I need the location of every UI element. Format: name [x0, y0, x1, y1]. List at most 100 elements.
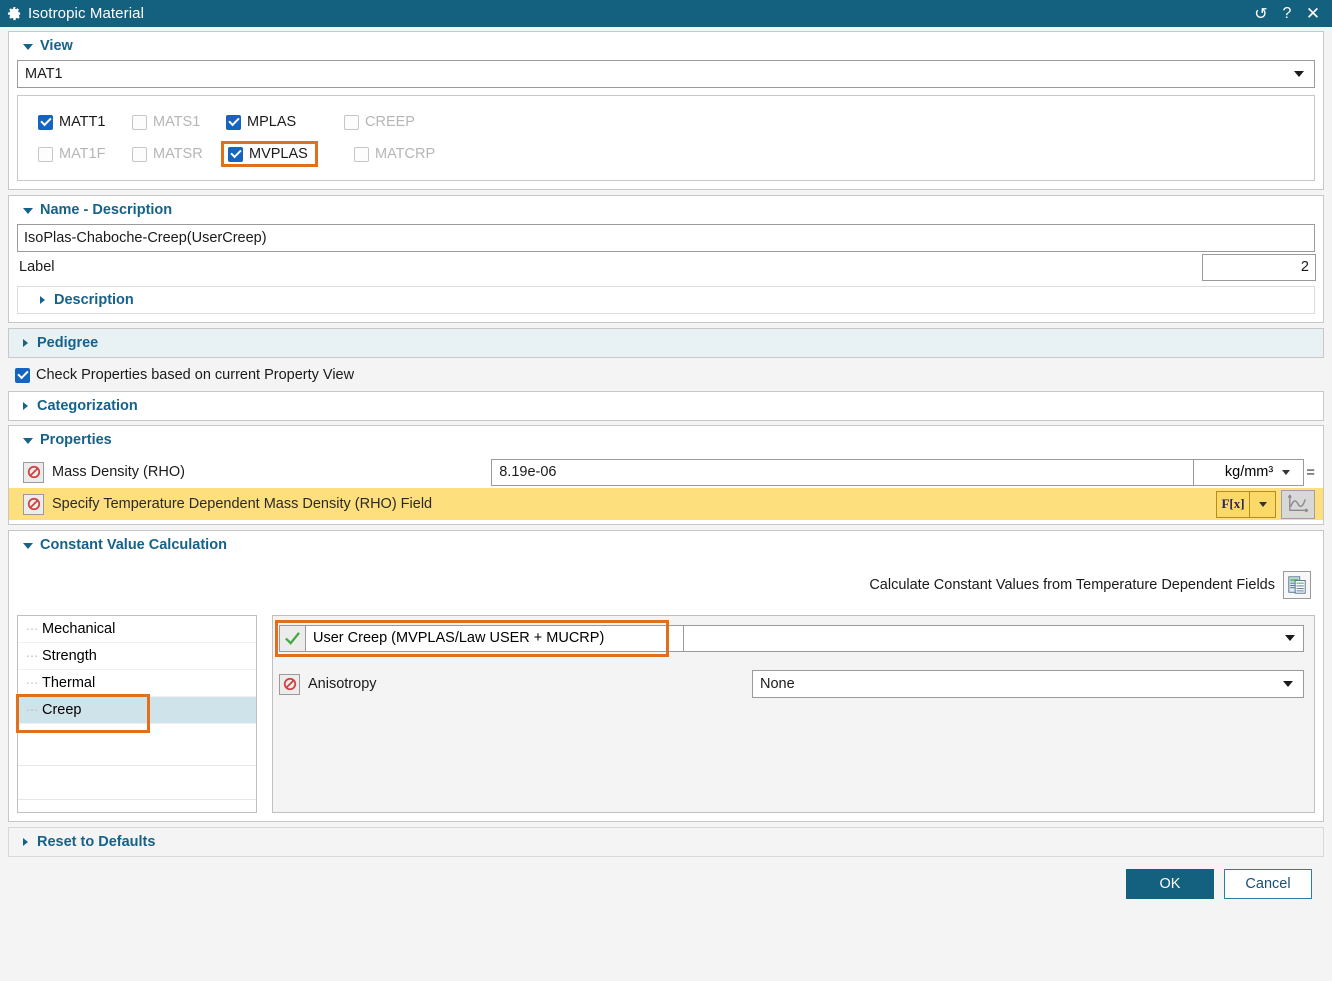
- flag-creep[interactable]: CREEP: [344, 114, 438, 130]
- view-select[interactable]: MAT1: [17, 60, 1315, 88]
- flag-mats1-checkbox[interactable]: [132, 114, 147, 130]
- tree-item-creep[interactable]: ⋯ Creep: [16, 694, 256, 733]
- flag-mvplas-checkbox[interactable]: [228, 146, 243, 162]
- tree-item-creep-label: Creep: [42, 702, 82, 718]
- flag-matt1[interactable]: MATT1: [38, 114, 132, 130]
- tree-item-strength-label: Strength: [42, 648, 97, 664]
- mass-density-unit[interactable]: kg/mm³: [1194, 458, 1305, 486]
- view-section-header[interactable]: View: [9, 32, 1323, 60]
- calculate-constant-values-row: Calculate Constant Values from Temperatu…: [17, 565, 1315, 605]
- mass-density-label: Mass Density (RHO): [52, 464, 185, 480]
- chevron-right-icon: [40, 296, 45, 304]
- chevron-down-icon[interactable]: [1282, 469, 1291, 475]
- flag-mplas[interactable]: MPLAS: [226, 114, 344, 130]
- chevron-down-icon: [1294, 71, 1304, 77]
- calculate-constant-values-label: Calculate Constant Values from Temperatu…: [869, 577, 1275, 593]
- flag-creep-checkbox[interactable]: [344, 114, 359, 130]
- name-description-panel: Name - Description IsoPlas-Chaboche-Cree…: [8, 195, 1324, 323]
- tree-connector-icon: ⋯: [26, 703, 39, 717]
- gear-icon: [7, 6, 22, 21]
- reset-to-defaults-header[interactable]: Reset to Defaults: [9, 828, 1323, 856]
- category-tree: ⋯ Mechanical ⋯ Strength ⋯ Thermal ⋯ Cree…: [16, 615, 257, 813]
- flag-mvplas-highlight-box: MVPLAS: [221, 141, 318, 167]
- creep-detail-panel: User Creep (MVPLAS/Law USER + MUCRP) Ani…: [272, 615, 1315, 813]
- reset-icon[interactable]: ↺: [1248, 2, 1274, 25]
- dialog-footer: OK Cancel: [8, 861, 1324, 899]
- flag-matsr[interactable]: MATSR: [132, 146, 226, 162]
- material-flags-row-2: MAT1F MATSR MVPLAS MATCRP: [38, 138, 1302, 170]
- blocked-icon[interactable]: [23, 461, 44, 483]
- user-creep-dropdown[interactable]: [684, 624, 1304, 652]
- flag-matsr-checkbox[interactable]: [132, 146, 147, 162]
- pedigree-title: Pedigree: [37, 335, 99, 351]
- green-check-icon[interactable]: [279, 624, 306, 652]
- property-row-temp-dependent-field: Specify Temperature Dependent Mass Densi…: [9, 488, 1323, 520]
- table-report-icon[interactable]: [1283, 571, 1311, 599]
- view-select-value: MAT1: [25, 66, 63, 82]
- tree-empty-row-1: [18, 724, 256, 766]
- blocked-icon[interactable]: [279, 673, 300, 695]
- tree-item-mechanical-label: Mechanical: [42, 621, 116, 637]
- description-header[interactable]: Description: [18, 287, 1314, 313]
- flag-mats1-label: MATS1: [153, 114, 201, 130]
- chevron-down-icon: [1258, 501, 1267, 507]
- chevron-down-icon: [23, 44, 33, 50]
- flag-mat1f-checkbox[interactable]: [38, 146, 53, 162]
- tree-empty-row-3: [18, 800, 256, 830]
- function-editor-button[interactable]: F[x]: [1216, 490, 1250, 518]
- tree-connector-icon: ⋯: [26, 622, 39, 636]
- flag-mvplas[interactable]: MVPLAS: [221, 141, 344, 167]
- flag-mplas-checkbox[interactable]: [226, 114, 241, 130]
- anisotropy-label: Anisotropy: [308, 676, 377, 692]
- flag-matt1-checkbox[interactable]: [38, 114, 53, 130]
- tree-connector-icon: ⋯: [26, 676, 39, 690]
- material-name-input[interactable]: IsoPlas-Chaboche-Creep(UserCreep): [17, 224, 1315, 252]
- flag-matcrp-checkbox[interactable]: [354, 146, 369, 162]
- ok-button[interactable]: OK: [1126, 869, 1214, 899]
- constant-value-calculation-header[interactable]: Constant Value Calculation: [9, 531, 1323, 559]
- title-bar: Isotropic Material ↺ ? ✕: [0, 0, 1332, 27]
- help-icon[interactable]: ?: [1274, 2, 1300, 25]
- mass-density-input[interactable]: 8.19e-06: [491, 458, 1195, 486]
- tree-item-thermal[interactable]: ⋯ Thermal: [18, 670, 256, 697]
- check-properties-checkbox[interactable]: [15, 367, 30, 383]
- chevron-down-icon: [23, 208, 33, 214]
- chevron-down-icon: [1285, 635, 1295, 641]
- view-panel: View MAT1 MATT1 MATS1 MPLAS CREEP MAT1F …: [8, 31, 1324, 190]
- curve-chart-icon[interactable]: [1281, 489, 1315, 519]
- flag-matsr-label: MATSR: [153, 146, 203, 162]
- reset-to-defaults-title: Reset to Defaults: [37, 834, 156, 850]
- check-properties-label: Check Properties based on current Proper…: [36, 367, 355, 383]
- tree-item-mechanical[interactable]: ⋯ Mechanical: [18, 616, 256, 643]
- category-tree-and-detail: ⋯ Mechanical ⋯ Strength ⋯ Thermal ⋯ Cree…: [9, 615, 1323, 821]
- equals-icon[interactable]: =: [1306, 464, 1315, 481]
- material-flags-row-1: MATT1 MATS1 MPLAS CREEP: [38, 106, 1302, 138]
- label-input[interactable]: 2: [1202, 253, 1316, 281]
- description-subsection: Description: [17, 286, 1315, 314]
- label-row: Label 2: [9, 252, 1323, 282]
- name-description-title: Name - Description: [40, 202, 173, 218]
- reset-to-defaults-panel: Reset to Defaults: [8, 827, 1324, 857]
- chevron-right-icon: [23, 402, 28, 410]
- check-properties-row[interactable]: Check Properties based on current Proper…: [8, 362, 1324, 388]
- categorization-panel: Categorization: [8, 391, 1324, 421]
- cancel-button[interactable]: Cancel: [1224, 869, 1312, 899]
- categorization-header[interactable]: Categorization: [9, 392, 1323, 420]
- tree-item-strength[interactable]: ⋯ Strength: [18, 643, 256, 670]
- flag-matcrp[interactable]: MATCRP: [354, 146, 448, 162]
- dialog-body: View MAT1 MATT1 MATS1 MPLAS CREEP MAT1F …: [0, 27, 1332, 899]
- properties-panel: Properties Mass Density (RHO) 8.19e-06 k…: [8, 425, 1324, 525]
- flag-mplas-label: MPLAS: [247, 114, 297, 130]
- name-description-header[interactable]: Name - Description: [9, 196, 1323, 224]
- blocked-icon[interactable]: [23, 493, 44, 515]
- close-icon[interactable]: ✕: [1300, 2, 1326, 25]
- tree-empty-row-2: [18, 766, 256, 800]
- function-dropdown-button[interactable]: [1250, 490, 1276, 518]
- anisotropy-select[interactable]: None: [752, 670, 1304, 698]
- user-creep-label: User Creep (MVPLAS/Law USER + MUCRP): [306, 624, 684, 652]
- pedigree-header[interactable]: Pedigree: [9, 329, 1323, 357]
- flag-mat1f[interactable]: MAT1F: [38, 146, 132, 162]
- properties-header[interactable]: Properties: [9, 426, 1323, 454]
- flag-mats1[interactable]: MATS1: [132, 114, 226, 130]
- isotropic-material-dialog: Isotropic Material ↺ ? ✕ View MAT1 MATT1…: [0, 0, 1332, 981]
